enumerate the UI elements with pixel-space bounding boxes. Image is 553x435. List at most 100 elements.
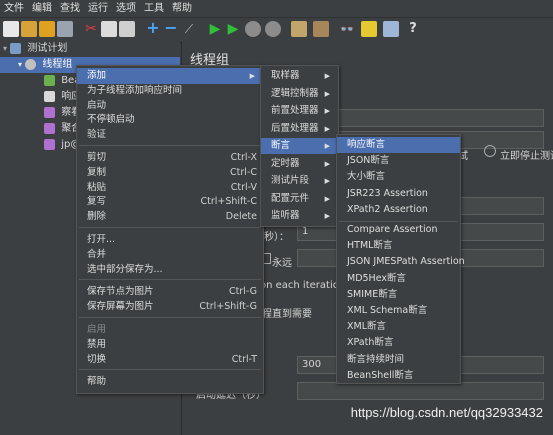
menu-item[interactable]: 复写 Ctrl+Shift-C [77, 194, 263, 210]
menu-item[interactable]: 保存屏幕为图片 Ctrl+Shift-G [77, 299, 263, 315]
watermark: https://blog.csdn.net/qq32933432 [350, 405, 543, 420]
menu-item-label: SMIME断言 [347, 288, 398, 300]
menu-run[interactable]: 运行 [84, 0, 112, 17]
menu-item-label: 逻辑控制器 [271, 87, 319, 99]
menu-item[interactable]: 选中部分保存为... [77, 262, 263, 278]
menu-tools[interactable]: 工具 [140, 0, 168, 17]
menu-item[interactable]: 不停顿启动 [77, 112, 263, 128]
menu-item[interactable]: 帮助 [77, 374, 263, 390]
menu-item[interactable]: 禁用 [77, 337, 263, 353]
stop-icon[interactable] [245, 21, 261, 37]
menu-search[interactable]: 查找 [56, 0, 84, 17]
menu-file[interactable]: 文件 [0, 0, 28, 17]
menu-item-label: XML Schema断言 [347, 305, 428, 316]
menu-item[interactable]: BeanShell断言 [337, 368, 460, 384]
stop-now-radio[interactable] [484, 145, 496, 157]
search-icon[interactable]: 👓 [339, 21, 355, 37]
menu-item-label: 选中部分保存为... [87, 263, 163, 275]
menu-item[interactable]: 复制 Ctrl-C [77, 165, 263, 181]
new-icon[interactable] [3, 21, 19, 37]
menu-item[interactable]: 配置元件 ▶ [261, 191, 338, 207]
menu-item[interactable]: XPath2 Assertion [337, 202, 460, 218]
menu-separator [79, 279, 261, 281]
menu-item-label: 验证 [87, 129, 107, 141]
menu-item[interactable]: 断言持续时间 [337, 352, 460, 368]
help-icon[interactable]: ? [405, 21, 421, 37]
toolbar: ✂ + − ⟋ ▶ ▶ 👓 ? [0, 17, 553, 43]
menu-item[interactable]: HTML断言 [337, 238, 460, 254]
tree-item[interactable]: jp@ [44, 137, 80, 153]
menu-options[interactable]: 选项 [112, 0, 140, 17]
duration-value: 300 [302, 359, 322, 370]
menu-item[interactable]: MD5Hex断言 [337, 271, 460, 287]
menu-item[interactable]: 粘贴 Ctrl-V [77, 180, 263, 196]
menu-item[interactable]: 打开... [77, 232, 263, 248]
open-icon[interactable] [39, 21, 55, 37]
start-icon[interactable]: ▶ [207, 21, 223, 37]
templates-icon[interactable] [21, 21, 37, 37]
ramp-up-label: 秒）： [264, 232, 289, 243]
sampler-icon [44, 74, 55, 86]
cut-icon[interactable]: ✂ [83, 21, 99, 37]
menu-item[interactable]: 监听器 ▶ [261, 208, 338, 224]
menu-item[interactable]: 启动 [77, 98, 263, 114]
menu-item[interactable]: 响应断言 [337, 137, 460, 153]
collapse-icon[interactable]: − [163, 20, 179, 37]
paste-icon[interactable] [119, 21, 135, 37]
menu-item[interactable]: 切换 Ctrl-T [77, 352, 263, 368]
menu-edit[interactable]: 编辑 [28, 0, 56, 17]
menu-item[interactable]: XPath断言 [337, 335, 460, 351]
tree-root[interactable]: ▾ 测试计划 [3, 41, 67, 57]
menu-help[interactable]: 帮助 [168, 0, 196, 17]
copy-icon[interactable] [101, 21, 117, 37]
menu-item[interactable]: SMIME断言 [337, 287, 460, 303]
menu-item[interactable]: 断言 ▶ [261, 138, 338, 154]
menu-item[interactable]: 取样器 ▶ [261, 68, 338, 84]
chevron-right-icon: ▶ [324, 72, 330, 80]
menu-item[interactable]: 大小断言 [337, 169, 460, 185]
menu-item[interactable]: XML断言 [337, 319, 460, 335]
menu-item[interactable]: 启用 [77, 322, 263, 338]
menu-item-label: JSON断言 [347, 155, 390, 167]
menu-item[interactable]: 逻辑控制器 ▶ [261, 86, 338, 102]
menu-item[interactable]: XML Schema断言 [337, 303, 460, 319]
menu-item-label: 粘贴 [87, 181, 107, 193]
menu-item[interactable]: JSON JMESPath Assertion [337, 254, 465, 270]
menu-item[interactable]: JSR223 Assertion [337, 186, 460, 202]
menu-item[interactable]: JSON断言 [337, 153, 460, 169]
menu-item-shortcut: Ctrl-V [230, 181, 257, 193]
menu-item[interactable]: 测试片段 ▶ [261, 173, 338, 189]
forever-label: 永远 [272, 258, 292, 269]
toggle-icon[interactable]: ⟋ [181, 21, 197, 37]
shutdown-icon[interactable] [265, 21, 281, 37]
menu-item-shortcut: Delete [225, 211, 257, 223]
clear-all-icon[interactable] [313, 21, 329, 37]
menu-item[interactable]: 后置处理器 ▶ [261, 121, 338, 137]
chevron-right-icon: ▶ [324, 177, 330, 185]
name-field[interactable] [332, 109, 544, 127]
expand-icon[interactable]: + [145, 20, 161, 37]
reset-search-icon[interactable] [361, 21, 377, 37]
clear-icon[interactable] [291, 21, 307, 37]
start-no-pause-icon[interactable]: ▶ [225, 21, 241, 37]
chevron-down-icon: ▾ [18, 60, 23, 69]
function-helper-icon[interactable] [383, 21, 399, 37]
menu-item[interactable]: 添加 ▶ [77, 68, 263, 84]
menu-item[interactable]: Compare Assertion [337, 222, 460, 238]
startup-delay-field[interactable] [297, 382, 544, 400]
menu-item[interactable]: 删除 Delete [77, 209, 263, 225]
assertion-icon [44, 90, 55, 102]
menu-item-label: 保存节点为图片 [87, 286, 154, 298]
menu-item[interactable]: 保存节点为图片 Ctrl-G [77, 284, 263, 300]
menu-separator [79, 145, 261, 146]
menu-item[interactable]: 剪切 Ctrl-X [77, 150, 263, 166]
menu-item-label: 删除 [87, 211, 107, 223]
menu-item[interactable]: 为子线程添加响应时间 [77, 83, 263, 99]
menu-item[interactable]: 验证 [77, 127, 263, 143]
menu-item[interactable]: 定时器 ▶ [261, 156, 338, 172]
save-icon[interactable] [57, 21, 73, 37]
tree-item[interactable]: Bea [44, 73, 80, 89]
listener-icon [44, 138, 55, 150]
menu-item[interactable]: 前置处理器 ▶ [261, 103, 338, 119]
menu-item[interactable]: 合并 [77, 247, 263, 263]
